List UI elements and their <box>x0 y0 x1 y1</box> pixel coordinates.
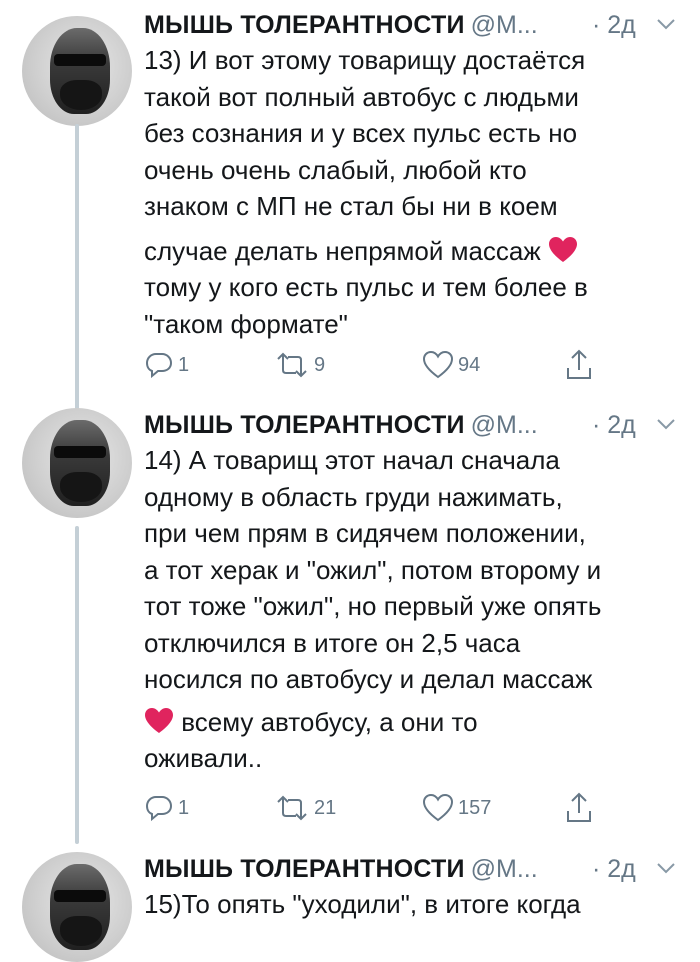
reply-icon <box>145 796 173 822</box>
text-line: 14) А товарищ этот начал сначала <box>144 445 560 475</box>
timestamp[interactable]: · 2д <box>592 410 636 440</box>
reply-button[interactable]: 1 <box>144 790 189 826</box>
text-line-with-emoji: всему автобусу, а они то <box>144 704 684 741</box>
like-button[interactable]: 94 <box>422 347 480 383</box>
timestamp[interactable]: · 2д <box>592 854 636 884</box>
retweet-icon <box>277 352 307 378</box>
thread-line <box>75 124 79 414</box>
reply-button[interactable]: 1 <box>144 347 189 383</box>
text-line: 15)То опять "уходили", в итоге когда <box>144 889 581 919</box>
text-line: а тот херак и "ожил", потом второму и <box>144 554 602 585</box>
author-name[interactable]: МЫШЬ ТОЛЕРАНТНОСТИ <box>144 855 465 883</box>
tweet-header: МЫШЬ ТОЛЕРАНТНОСТИ @М... · 2д <box>144 10 680 44</box>
red-heart-emoji-icon <box>145 707 173 733</box>
text-line: очень очень слабый, любой кто <box>144 154 527 185</box>
avatar[interactable] <box>22 408 132 518</box>
text-line: знаком с МП не стал бы ни в коем <box>144 191 558 221</box>
avatar[interactable] <box>22 852 132 962</box>
share-icon <box>567 349 591 379</box>
tweet[interactable]: МЫШЬ ТОЛЕРАНТНОСТИ @М... · 2д 13) И вот э… <box>0 6 700 414</box>
action-bar: 1 21 157 <box>144 790 604 826</box>
tweet-header: МЫШЬ ТОЛЕРАНТНОСТИ @М... · 2д <box>144 410 680 444</box>
text-line: носился по автобусу и делал массаж <box>144 664 593 694</box>
tweet-text: 14) А товарищ этот начал сначала одному … <box>144 442 684 777</box>
reply-count: 1 <box>178 796 190 819</box>
retweet-button[interactable]: 21 <box>274 790 336 826</box>
chevron-down-icon[interactable] <box>654 414 678 434</box>
text-line: при чем прям в сидячем положении, <box>144 518 586 548</box>
text-line: "таком формате" <box>144 308 348 339</box>
retweet-button[interactable]: 9 <box>274 347 325 383</box>
retweet-count: 21 <box>314 796 337 819</box>
text-line-with-emoji: случае делать непрямой массаж <box>144 233 684 270</box>
tweet-text: 15)То опять "уходили", в итоге когда <box>144 886 684 923</box>
timestamp[interactable]: · 2д <box>592 10 636 40</box>
tweet-header: МЫШЬ ТОЛЕРАНТНОСТИ @М... · 2д <box>144 854 680 888</box>
author-handle[interactable]: @М... <box>471 855 538 883</box>
author-handle[interactable]: @М... <box>471 411 538 439</box>
text-line: отключился в итоге он 2,5 часа <box>144 627 521 658</box>
heart-outline-icon <box>422 350 454 379</box>
like-count: 94 <box>458 353 481 376</box>
like-count: 157 <box>458 796 492 819</box>
avatar[interactable] <box>22 16 132 126</box>
like-button[interactable]: 157 <box>422 790 491 826</box>
text-line: 13) И вот этому товарищу достаётся <box>144 45 586 75</box>
text-line: без сознания и у всех пульс есть но <box>144 118 578 148</box>
chevron-down-icon[interactable] <box>654 858 678 878</box>
tweet[interactable]: МЫШЬ ТОЛЕРАНТНОСТИ @М... · 2д 14) А товар… <box>0 406 700 846</box>
author-handle[interactable]: @М... <box>471 11 538 39</box>
reply-icon <box>145 353 173 379</box>
tweet-text: 13) И вот этому товарищу достаётся такой… <box>144 42 684 342</box>
action-bar: 1 9 94 <box>144 347 604 383</box>
author-name[interactable]: МЫШЬ ТОЛЕРАНТНОСТИ <box>144 411 465 439</box>
text-line: тот тоже "ожил", но первый уже опять <box>144 591 602 621</box>
share-button[interactable] <box>564 347 594 383</box>
share-button[interactable] <box>564 790 594 826</box>
thread-line <box>75 526 79 844</box>
reply-count: 1 <box>178 353 190 376</box>
text-line: тому у кого есть пульс и тем более в <box>144 272 588 302</box>
tweet[interactable]: МЫШЬ ТОЛЕРАНТНОСТИ @М... · 2д 15)То опять… <box>0 850 700 962</box>
text-line: одному в область груди нажимать, <box>144 481 563 512</box>
text-line: всему автобусу, а они то <box>174 706 478 737</box>
heart-outline-icon <box>422 793 454 822</box>
share-icon <box>567 792 591 822</box>
retweet-count: 9 <box>314 353 326 376</box>
red-heart-emoji-icon <box>549 236 578 262</box>
chevron-down-icon[interactable] <box>654 14 678 34</box>
text-line: оживали.. <box>144 743 263 773</box>
text-line: такой вот полный автобус с людьми <box>144 81 579 112</box>
text-line: случае делать непрямой массаж <box>144 235 549 266</box>
author-name[interactable]: МЫШЬ ТОЛЕРАНТНОСТИ <box>144 11 465 39</box>
retweet-icon <box>277 795 307 821</box>
